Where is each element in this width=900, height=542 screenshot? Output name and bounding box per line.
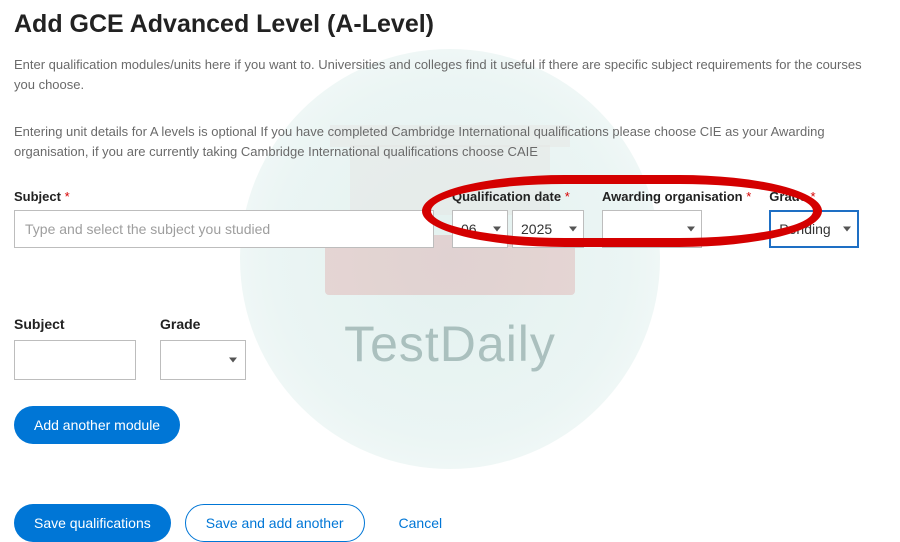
intro-text-1: Enter qualification modules/units here i…	[14, 55, 886, 94]
required-asterisk: *	[65, 189, 70, 204]
required-asterisk: *	[811, 189, 816, 204]
qual-date-label: Qualification date *	[452, 189, 584, 204]
subject-label-text: Subject	[14, 189, 61, 204]
unit-subject-input[interactable]	[14, 340, 136, 380]
page-title: Add GCE Advanced Level (A-Level)	[14, 10, 886, 39]
qual-year-select[interactable]: 2025	[512, 210, 584, 248]
chevron-down-icon	[843, 227, 851, 232]
intro-text-2: Entering unit details for A levels is op…	[14, 122, 886, 161]
qual-date-label-text: Qualification date	[452, 189, 561, 204]
unit-grade-select[interactable]	[160, 340, 246, 380]
unit-subject-label: Subject	[14, 316, 136, 332]
chevron-down-icon	[569, 227, 577, 232]
chevron-down-icon	[687, 227, 695, 232]
unit-grade-label: Grade	[160, 316, 246, 332]
chevron-down-icon	[229, 358, 237, 363]
required-asterisk: *	[565, 189, 570, 204]
chevron-down-icon	[493, 227, 501, 232]
cancel-button[interactable]: Cancel	[379, 504, 463, 542]
award-org-select[interactable]	[602, 210, 702, 248]
required-asterisk: *	[746, 189, 751, 204]
grade-select[interactable]: Pending	[769, 210, 859, 248]
subject-input[interactable]	[14, 210, 434, 248]
qual-year-value: 2025	[521, 221, 552, 237]
award-org-label-text: Awarding organisation	[602, 189, 743, 204]
qual-month-value: 06	[461, 221, 477, 237]
award-org-label: Awarding organisation *	[602, 189, 751, 204]
qual-month-select[interactable]: 06	[452, 210, 508, 248]
subject-label: Subject *	[14, 189, 434, 204]
grade-label-text: Grade	[769, 189, 807, 204]
save-add-another-button[interactable]: Save and add another	[185, 504, 365, 542]
add-module-button[interactable]: Add another module	[14, 406, 180, 444]
grade-label: Grade *	[769, 189, 859, 204]
grade-value: Pending	[779, 221, 830, 237]
save-button[interactable]: Save qualifications	[14, 504, 171, 542]
